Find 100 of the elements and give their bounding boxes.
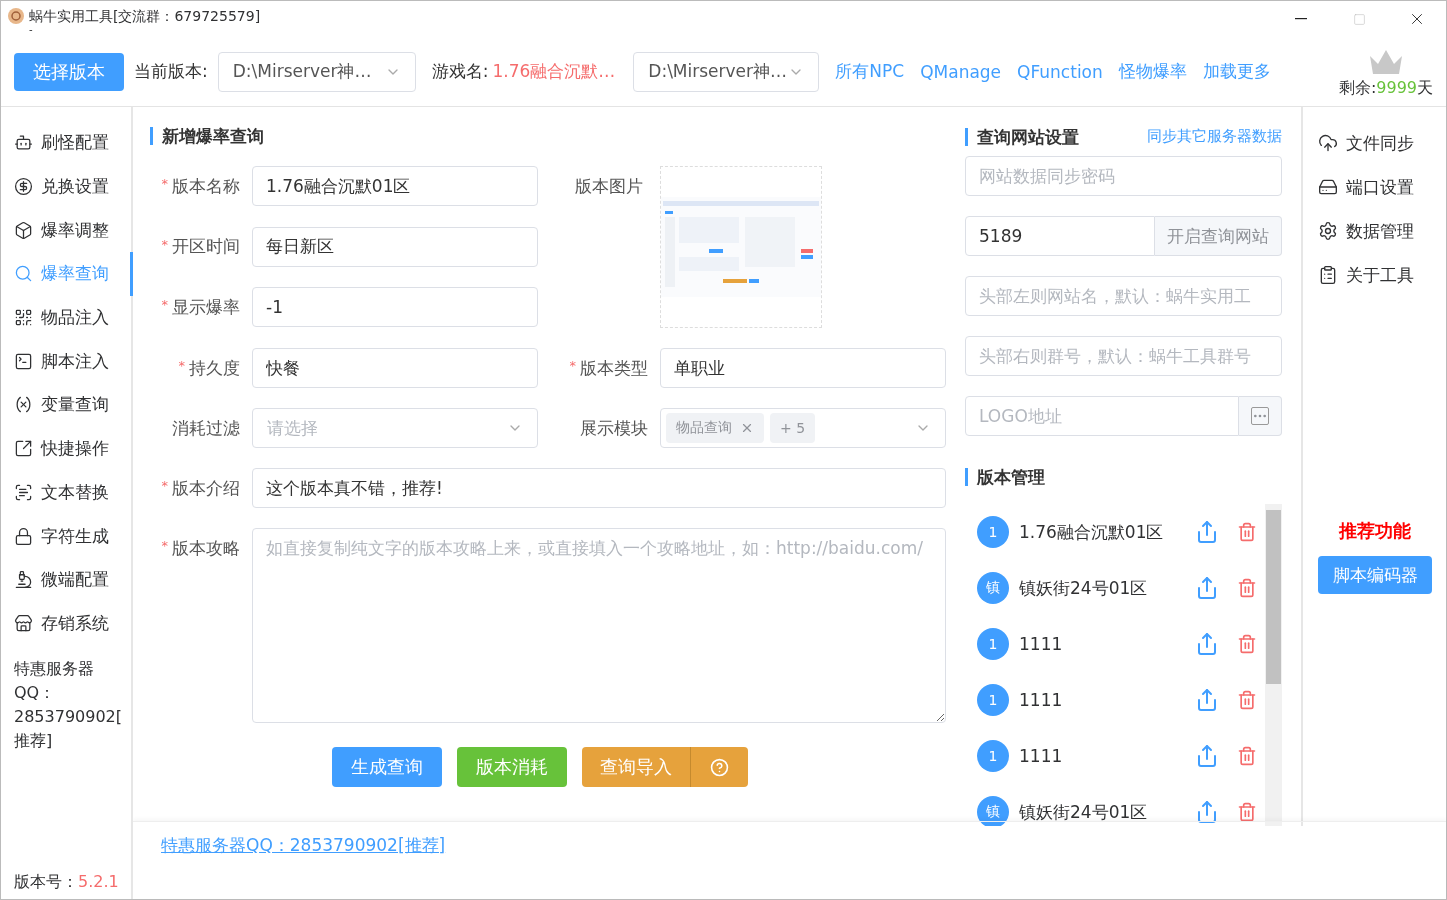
field-label: 版本图片	[574, 174, 644, 198]
minimize-icon	[1295, 18, 1307, 20]
share-icon[interactable]	[1195, 576, 1219, 600]
section-title: 新增爆率查询	[150, 127, 945, 145]
logo-url-field[interactable]: LOGO地址	[965, 396, 1239, 436]
maximize-icon	[1352, 12, 1366, 26]
recommend-title: 推荐功能	[1337, 519, 1412, 543]
remaining-days: 剩余:9999天	[1338, 78, 1433, 99]
promo-text: 特惠服务器QQ：2853790902[推荐]	[13, 658, 124, 753]
clipboard-icon	[1318, 265, 1338, 285]
section-title: 版本管理	[965, 468, 1282, 486]
sidebar-item[interactable]: 脚本注入	[1, 339, 131, 384]
group-number-field[interactable]: 头部右则群号，默认：蜗牛工具群号	[965, 336, 1282, 376]
version-select[interactable]: D:\Mirserver神…	[217, 51, 416, 92]
text-field[interactable]: 单职业	[660, 348, 946, 388]
text-field[interactable]: -1	[252, 287, 538, 328]
version-badge: 1	[977, 740, 1009, 772]
port-field[interactable]: 5189	[965, 216, 1155, 256]
share-icon[interactable]	[1195, 520, 1219, 544]
text-field[interactable]: 这个版本真不错，推荐!	[252, 468, 946, 508]
game-name-value: 1.76融合沉默…	[492, 60, 616, 83]
field-label: * 开区时间	[160, 235, 240, 259]
version-badge: 1	[977, 628, 1009, 660]
dollar-icon	[14, 177, 33, 197]
field-label: * 版本攻略	[160, 536, 240, 560]
field-label: 消耗过滤	[171, 416, 240, 440]
version-number: 版本号：5.2.1	[13, 872, 120, 893]
version-badge: 1	[977, 516, 1009, 548]
terminal-icon	[14, 351, 33, 371]
current-version-label: 当前版本:	[134, 60, 208, 83]
more-tag: + 5	[770, 413, 816, 443]
external-link-icon	[14, 439, 33, 459]
sidebar-item[interactable]: 爆率调整	[1, 208, 131, 253]
field-label: * 显示爆率	[160, 295, 240, 319]
variable-icon	[14, 395, 33, 415]
delete-icon[interactable]	[1237, 578, 1257, 598]
sidebar-item[interactable]: 存销系统	[1, 601, 131, 646]
qr-code-icon	[14, 308, 33, 328]
version-name[interactable]: 1111	[1019, 634, 1179, 654]
delete-icon[interactable]	[1237, 634, 1257, 654]
field-label: * 版本类型	[568, 356, 648, 380]
window-subtitle: -	[29, 25, 34, 35]
cloud-upload-icon	[1318, 133, 1338, 153]
version-name[interactable]: 1111	[1019, 690, 1179, 710]
version-name[interactable]: 1.76融合沉默01区	[1019, 520, 1179, 544]
share-icon[interactable]	[1195, 800, 1219, 824]
sidebar-item[interactable]: 字符生成	[1, 514, 131, 558]
ellipsis-icon	[1251, 407, 1269, 425]
sidebar-item[interactable]: 微端配置	[1, 557, 131, 602]
field-label: * 版本名称	[160, 174, 240, 198]
close-icon[interactable]	[740, 421, 754, 435]
text-field[interactable]: 1.76融合沉默01区	[252, 166, 538, 206]
help-button[interactable]	[690, 747, 748, 787]
version-name[interactable]: 镇妖街24号01区	[1019, 576, 1179, 600]
text-field[interactable]: 每日新区	[252, 226, 538, 267]
microscope-icon	[14, 570, 33, 590]
version-badge: 镇	[977, 572, 1009, 604]
tool-menu-item[interactable]: 数据管理	[1303, 209, 1446, 253]
box-icon	[14, 220, 33, 240]
tool-menu-item[interactable]: 文件同步	[1303, 121, 1446, 165]
version-badge: 1	[977, 684, 1009, 716]
search-icon	[14, 264, 33, 284]
version-name[interactable]: 1111	[1019, 746, 1179, 766]
scan-icon	[14, 482, 33, 502]
window-title: 蜗牛实用工具[交流群：679725579]	[29, 7, 261, 25]
path-select[interactable]: D:\Mirserver神…	[633, 51, 820, 92]
textarea-field[interactable]: 如直接复制纯文字的版本攻略上来，或直接填入一个攻略地址，如：http://baidu.com/	[252, 528, 946, 723]
help-icon	[710, 757, 729, 777]
tool-menu-item[interactable]: 关于工具	[1303, 253, 1446, 297]
scrollbar[interactable]	[1265, 504, 1282, 826]
share-icon[interactable]	[1195, 744, 1219, 768]
lock-icon	[14, 526, 33, 546]
sidebar-item[interactable]: 文本替换	[1, 470, 131, 515]
version-badge: 镇	[977, 796, 1009, 826]
version-name[interactable]: 镇妖街24号01区	[1019, 800, 1179, 824]
browse-button[interactable]	[1239, 396, 1282, 436]
share-icon[interactable]	[1195, 688, 1219, 712]
game-name-label: 游戏名:	[431, 60, 489, 83]
field-label: * 版本介绍	[160, 476, 240, 500]
delete-icon[interactable]	[1237, 802, 1257, 822]
sidebar-item[interactable]: 物品注入	[1, 295, 131, 340]
sidebar-item[interactable]: 快捷操作	[1, 426, 131, 471]
tag: 物品查询	[666, 413, 764, 443]
store-icon	[14, 613, 33, 633]
tool-menu-item[interactable]: 端口设置	[1303, 165, 1446, 209]
password-field[interactable]: 网站数据同步密码	[965, 156, 1282, 196]
delete-icon[interactable]	[1237, 746, 1257, 766]
site-name-field[interactable]: 头部左则网站名，默认：蜗牛实用工	[965, 276, 1282, 316]
sidebar-item[interactable]: 兑换设置	[1, 164, 131, 209]
field-label: 展示模块	[579, 416, 648, 440]
share-icon[interactable]	[1195, 632, 1219, 656]
text-field[interactable]: 快餐	[252, 348, 538, 388]
drive-icon	[1318, 177, 1338, 197]
settings-icon	[1318, 221, 1338, 241]
sidebar-item[interactable]: 刷怪配置	[1, 121, 131, 165]
field-label: * 持久度	[177, 356, 240, 380]
delete-icon[interactable]	[1237, 522, 1257, 542]
sidebar-item[interactable]: 变量查询	[1, 383, 131, 427]
section-title: 查询网站设置	[965, 127, 1079, 146]
delete-icon[interactable]	[1237, 690, 1257, 710]
